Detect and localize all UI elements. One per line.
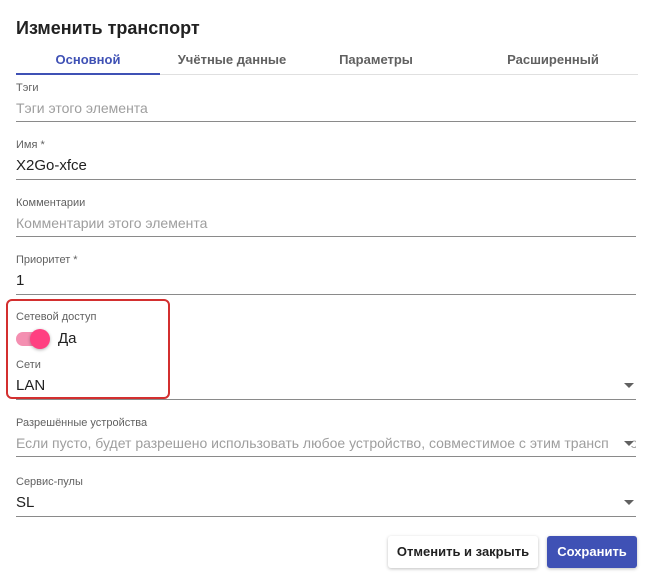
networks-value: LAN [16,377,46,394]
tab-main[interactable]: Основной [16,46,160,75]
name-input[interactable]: X2Go-xfce [16,151,636,180]
allowed-devices-select[interactable]: Если пусто, будет разрешено использовать… [16,429,636,457]
comments-field: Комментарии Комментарии этого элемента [16,197,636,237]
toggle-thumb[interactable] [30,328,50,349]
service-pools-select[interactable]: SL [16,488,636,517]
networks-field: Сети LAN [16,359,636,400]
comments-label: Комментарии [16,197,86,209]
network-access-toggle[interactable]: Да [16,328,77,349]
service-pools-value: SL [16,494,35,511]
networks-select[interactable]: LAN [16,371,636,400]
dialog-title: Изменить транспорт [16,18,200,38]
tags-label: Тэги [16,82,39,94]
toggle-state-text: Да [58,330,77,347]
toggle-track[interactable] [16,328,50,349]
priority-label: Приоритет * [16,254,78,266]
allowed-devices-field: Разрешённые устройства Если пусто, будет… [16,417,636,457]
tags-field: Тэги Тэги этого элемента [16,82,636,122]
tab-advanced[interactable]: Расширенный [448,46,657,74]
priority-input[interactable]: 1 [16,266,636,295]
cancel-close-button[interactable]: Отменить и закрыть [388,536,538,568]
priority-field: Приоритет * 1 [16,254,636,295]
tags-input[interactable]: Тэги этого элемента [16,94,636,122]
service-pools-field: Сервис-пулы SL [16,476,636,517]
name-label: Имя * [16,139,45,151]
network-access-field: Сетевой доступ [16,311,166,323]
allowed-devices-label: Разрешённые устройства [16,417,148,429]
tab-parameters[interactable]: Параметры [304,46,448,74]
allowed-devices-placeholder: Если пусто, будет разрешено использовать… [16,435,636,451]
comments-input[interactable]: Комментарии этого элемента [16,209,636,237]
tab-bar: Основной Учётные данные Параметры Расшир… [16,46,638,75]
network-access-label: Сетевой доступ [16,311,97,323]
name-field: Имя * X2Go-xfce [16,139,636,180]
networks-label: Сети [16,359,41,371]
save-button[interactable]: Сохранить [547,536,637,568]
dropdown-arrow-icon [624,500,634,505]
tab-credentials[interactable]: Учётные данные [160,46,304,74]
dropdown-arrow-icon [624,440,634,446]
dropdown-arrow-icon [624,383,634,388]
service-pools-label: Сервис-пулы [16,476,83,488]
